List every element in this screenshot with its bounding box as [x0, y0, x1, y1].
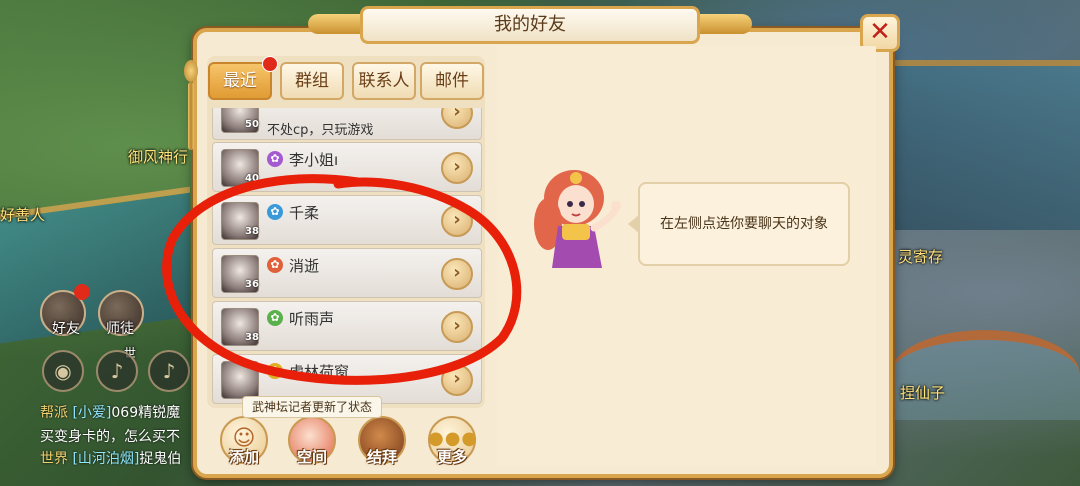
chevron-right-icon[interactable]: › [441, 311, 473, 343]
friend-status: 不处cp，只玩游戏 [267, 123, 374, 138]
chevron-right-icon[interactable]: › [441, 205, 473, 237]
friend-list[interactable]: 50 不处cp，只玩游戏 › 40 ✿ 李小姐ı › 38 ✿ 千柔 › 36 … [212, 108, 484, 404]
chat-message[interactable]: 世界 [山河泊烟]捉鬼伯 [40, 448, 196, 468]
add-friend-button[interactable]: ☺ 添加 [216, 416, 272, 472]
friend-name: 虎林荷窗 [289, 363, 350, 381]
mentor-shortcut-label: 师徒 [106, 321, 134, 337]
school-icon: ✿ [267, 151, 283, 167]
chat-hint: 在左侧点选你要聊天的对象 [638, 182, 850, 266]
space-label: 空间 [296, 448, 327, 466]
friend-name: 消逝 [289, 257, 320, 275]
sworn-button[interactable]: 结拜 [354, 416, 410, 472]
npc-label[interactable]: 好善人 [0, 204, 45, 225]
assistant-character [534, 170, 621, 268]
friend-level: 38 [245, 332, 259, 343]
mic-icon[interactable]: ♪ [96, 350, 138, 392]
chat-message[interactable]: 帮派 [小爱]069精锐魔 [40, 402, 196, 422]
friend-row[interactable]: 36 ✿ 消逝 › [212, 248, 482, 298]
friend-name: 李小姐ı [289, 151, 339, 169]
more-button[interactable]: ●●● 更多 [424, 416, 480, 472]
school-icon: ✿ [267, 204, 283, 220]
chat-text: 捉鬼伯 [139, 451, 182, 467]
friend-name: 千柔 [289, 204, 320, 222]
notification-dot [262, 56, 278, 72]
friends-shortcut-label: 好友 [52, 321, 80, 337]
chat-text: 069精锐魔 [111, 405, 181, 421]
tab-groups[interactable]: 群组 [280, 62, 344, 100]
chat-sender[interactable]: [山河泊烟] [72, 451, 139, 467]
friend-level: 50 [245, 119, 259, 130]
chat-message[interactable]: 买变身卡的，怎么买不 [40, 426, 196, 446]
chat-channel: 世界 [40, 451, 68, 467]
tab-mail[interactable]: 邮件 [420, 62, 484, 100]
chevron-right-icon[interactable]: › [441, 364, 473, 396]
friend-level: 40 [245, 173, 259, 184]
chat-text: 买变身卡的，怎么买不 [40, 429, 180, 445]
friend-row[interactable]: 38 ✿ 千柔 › [212, 195, 482, 245]
npc-label[interactable]: 捏仙子 [900, 382, 945, 403]
sworn-label: 结拜 [366, 448, 397, 466]
friend-row[interactable]: 40 ✿ 李小姐ı › [212, 142, 482, 192]
bridge [890, 330, 1080, 420]
tab-bar: 最近 群组 联系人 邮件 [208, 62, 488, 100]
chevron-right-icon[interactable]: › [441, 108, 473, 129]
tab-contacts[interactable]: 联系人 [352, 62, 416, 100]
more-label: 更多 [436, 448, 467, 466]
chevron-right-icon[interactable]: › [441, 258, 473, 290]
tassel-string [188, 82, 194, 150]
voice-icon[interactable]: ◉ [42, 350, 84, 392]
friend-row[interactable]: 38 ✿ 听雨声 › [212, 301, 482, 351]
tassel-ornament [182, 60, 200, 150]
school-icon: ✿ [267, 257, 283, 273]
notification-dot [74, 284, 90, 300]
friend-level: 36 [245, 279, 259, 290]
school-icon: ✿ [267, 363, 283, 379]
npc-label[interactable]: 灵寄存 [898, 246, 943, 267]
friend-avatar [221, 361, 259, 399]
chat-channel: 帮派 [40, 405, 68, 421]
panel-title: 我的好友 [494, 14, 566, 35]
building-roof-right [880, 60, 1080, 230]
school-icon: ✿ [267, 310, 283, 326]
npc-label[interactable]: 御风神行 [128, 146, 188, 167]
mic-icon[interactable]: ♪ [148, 350, 190, 392]
friend-name: 听雨声 [289, 310, 335, 328]
chat-sender[interactable]: [小爱] [72, 405, 111, 421]
panel-title-plate: 我的好友 [360, 6, 700, 44]
friend-level: 38 [245, 226, 259, 237]
friend-row[interactable]: 50 不处cp，只玩游戏 › [212, 108, 482, 140]
close-icon: ✕ [869, 17, 891, 47]
space-button[interactable]: 空间 [284, 416, 340, 472]
add-friend-label: 添加 [228, 448, 259, 466]
tassel-knot [184, 60, 198, 82]
chevron-right-icon[interactable]: › [441, 152, 473, 184]
status-update-tooltip: 武神坛记者更新了状态 [242, 396, 382, 418]
